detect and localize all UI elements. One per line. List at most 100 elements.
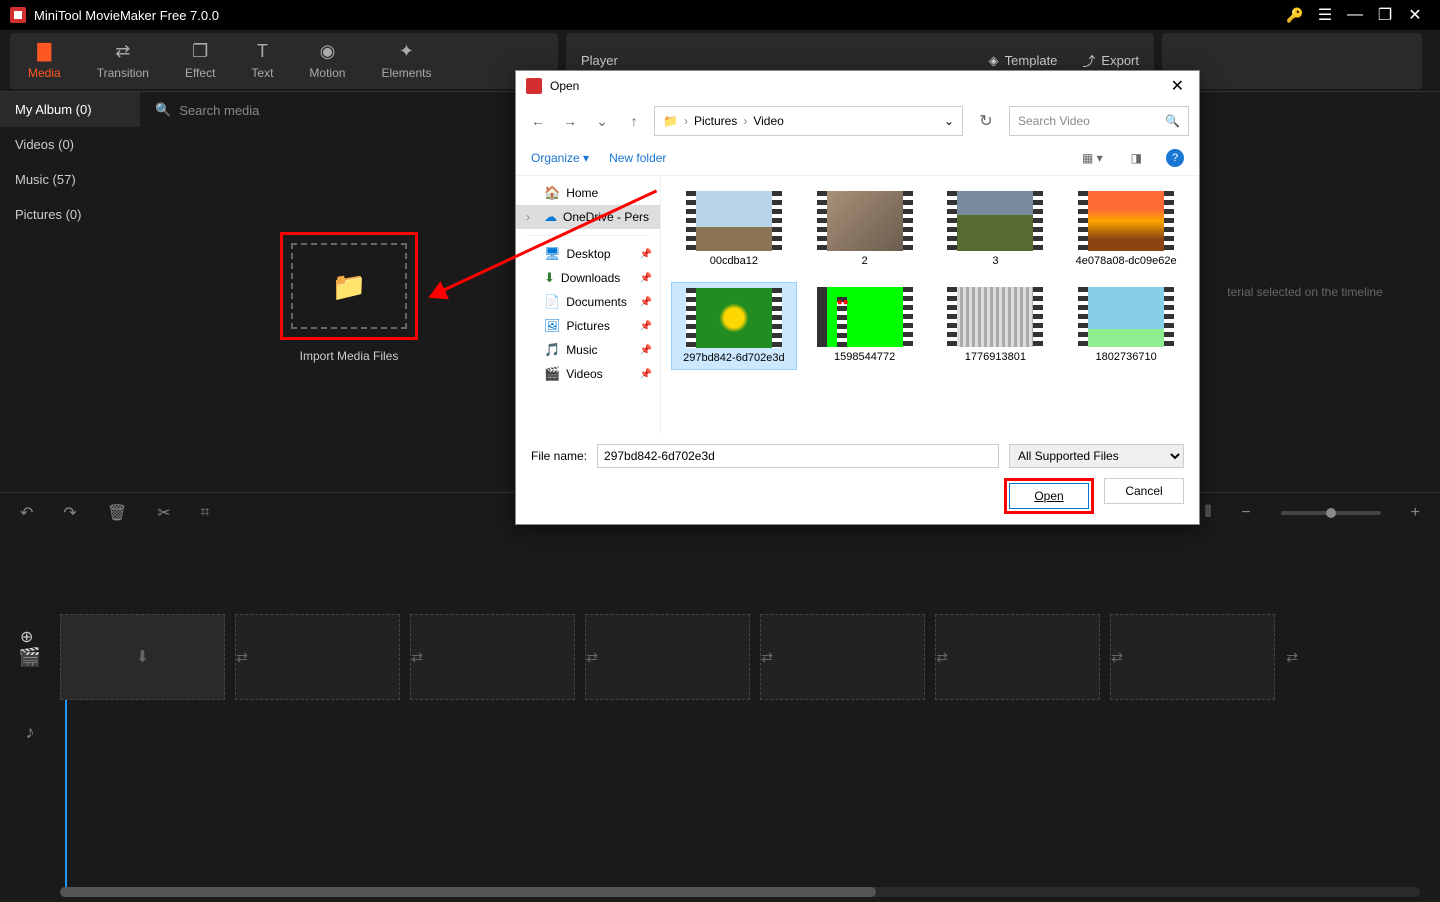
timeline: ⊕ 🎬 ⬇⇄ ⇄ ⇄ ⇄ ⇄ ⇄ ⇄ ♪ bbox=[0, 612, 1440, 902]
nav-back-button[interactable]: ← bbox=[526, 113, 550, 129]
export-button[interactable]: ⤴Export bbox=[1082, 51, 1139, 70]
file-item[interactable]: 1802736710 bbox=[1063, 282, 1189, 370]
dialog-search-input[interactable]: Search Video 🔍 bbox=[1009, 106, 1189, 136]
open-button[interactable]: Open bbox=[1009, 483, 1089, 509]
tree-node-documents[interactable]: 📄Documents📌 bbox=[516, 290, 660, 314]
pin-icon: 📌 bbox=[640, 369, 652, 380]
minimize-icon[interactable]: — bbox=[1340, 0, 1370, 30]
sidebar-item-album[interactable]: My Album (0) bbox=[0, 92, 140, 127]
tree-node-videos[interactable]: 🎬Videos📌 bbox=[516, 362, 660, 386]
filename-input[interactable] bbox=[597, 444, 999, 468]
file-item[interactable]: 00cdba12 bbox=[671, 186, 797, 272]
swap-icon[interactable]: ⇄ bbox=[411, 649, 423, 666]
tab-motion[interactable]: ◉Motion bbox=[291, 33, 363, 89]
tree-node-downloads[interactable]: ⬇Downloads📌 bbox=[516, 266, 660, 290]
file-name-label: 1598544772 bbox=[834, 351, 895, 363]
add-track-button[interactable]: ⊕ bbox=[20, 627, 33, 647]
audio-track-icon: ♪ bbox=[0, 722, 60, 743]
maximize-icon[interactable]: ❐ bbox=[1370, 0, 1400, 30]
import-media-button[interactable]: 📁 bbox=[280, 232, 418, 340]
organize-button[interactable]: Organize ▾ bbox=[531, 151, 589, 165]
timeline-scrollbar[interactable] bbox=[60, 887, 1420, 897]
tab-effect[interactable]: ❐Effect bbox=[167, 33, 233, 89]
crop-button[interactable]: ⌗ bbox=[201, 504, 210, 522]
new-folder-button[interactable]: New folder bbox=[609, 151, 666, 165]
clip-slot[interactable]: ⬇⇄ bbox=[60, 614, 225, 700]
redo-button[interactable]: ↷ bbox=[63, 503, 76, 523]
breadcrumb-item[interactable]: Video bbox=[753, 114, 783, 128]
audio-icon[interactable]: ⫴ bbox=[1205, 504, 1212, 522]
document-icon: 📄 bbox=[544, 294, 560, 310]
swap-icon[interactable]: ⇄ bbox=[936, 649, 948, 666]
file-name-label: 1776913801 bbox=[965, 351, 1026, 363]
clip-slot[interactable]: ⇄ bbox=[935, 614, 1100, 700]
zoom-out-button[interactable]: − bbox=[1241, 504, 1250, 522]
desktop-icon: 🖥 bbox=[544, 246, 561, 262]
swap-icon[interactable]: ⇄ bbox=[236, 649, 248, 666]
close-icon[interactable]: ✕ bbox=[1400, 0, 1430, 30]
nav-forward-button[interactable]: → bbox=[558, 113, 582, 129]
breadcrumb[interactable]: 📁 › Pictures › Video ⌄ bbox=[654, 106, 963, 136]
nav-up-button[interactable]: ↑ bbox=[622, 113, 646, 129]
tab-elements[interactable]: ✦Elements bbox=[363, 33, 449, 89]
dialog-app-icon bbox=[526, 78, 542, 94]
clip-slot[interactable]: ⇄ bbox=[410, 614, 575, 700]
clip-slot[interactable]: ⇄ bbox=[235, 614, 400, 700]
clip-slot[interactable]: ⇄ bbox=[585, 614, 750, 700]
chevron-down-icon[interactable]: ⌄ bbox=[944, 114, 954, 128]
clip-slot[interactable]: ⇄ bbox=[760, 614, 925, 700]
tab-text[interactable]: TText bbox=[233, 33, 291, 89]
file-item[interactable]: 2 bbox=[802, 186, 928, 272]
menu-icon[interactable]: ☰ bbox=[1310, 0, 1340, 30]
zoom-in-button[interactable]: + bbox=[1411, 504, 1420, 522]
swap-icon[interactable]: ⇄ bbox=[761, 649, 773, 666]
zoom-slider[interactable] bbox=[1281, 511, 1381, 515]
sidebar-item-videos[interactable]: Videos (0) bbox=[0, 127, 140, 162]
tab-media[interactable]: ▇Media bbox=[10, 33, 79, 89]
text-icon: T bbox=[257, 41, 268, 62]
template-button[interactable]: ◈Template bbox=[989, 51, 1058, 70]
breadcrumb-item[interactable]: Pictures bbox=[694, 114, 737, 128]
file-thumbnail bbox=[686, 191, 782, 251]
sidebar-item-pictures[interactable]: Pictures (0) bbox=[0, 197, 140, 232]
tab-effect-label: Effect bbox=[185, 66, 215, 80]
videos-icon: 🎬 bbox=[544, 366, 560, 382]
folder-icon: 📁 bbox=[663, 114, 678, 128]
delete-button[interactable]: 🗑 bbox=[107, 503, 127, 523]
tree-node-pictures[interactable]: 🖼Pictures📌 bbox=[516, 314, 660, 338]
file-thumbnail bbox=[1078, 287, 1174, 347]
view-mode-button[interactable]: ▦ ▾ bbox=[1078, 151, 1107, 165]
search-icon: 🔍 bbox=[155, 102, 171, 118]
file-filter-select[interactable]: All Supported Files bbox=[1009, 444, 1184, 468]
tree-node-onedrive[interactable]: ›☁OneDrive - Pers bbox=[516, 205, 660, 229]
file-item[interactable]: 1776913801 bbox=[933, 282, 1059, 370]
search-media-input[interactable]: 🔍Search media bbox=[155, 102, 259, 118]
file-item[interactable]: 1598544772 bbox=[802, 282, 928, 370]
dialog-close-button[interactable]: ✕ bbox=[1166, 76, 1189, 96]
file-item[interactable]: 297bd842-6d702e3d bbox=[671, 282, 797, 370]
preview-pane-button[interactable]: ◨ bbox=[1127, 151, 1146, 165]
sidebar-item-music[interactable]: Music (57) bbox=[0, 162, 140, 197]
template-icon: ◈ bbox=[989, 53, 999, 69]
key-icon[interactable]: 🔑 bbox=[1280, 0, 1310, 30]
file-item[interactable]: 4e078a08-dc09e62e bbox=[1063, 186, 1189, 272]
titlebar: MiniTool MovieMaker Free 7.0.0 🔑 ☰ — ❐ ✕ bbox=[0, 0, 1440, 30]
tree-node-music[interactable]: 🎵Music📌 bbox=[516, 338, 660, 362]
undo-button[interactable]: ↶ bbox=[20, 503, 33, 523]
search-icon: 🔍 bbox=[1165, 114, 1180, 128]
tree-node-home[interactable]: 🏠Home bbox=[516, 181, 660, 205]
open-button-highlight: Open bbox=[1004, 478, 1094, 514]
swap-icon[interactable]: ⇄ bbox=[1111, 649, 1123, 666]
cancel-button[interactable]: Cancel bbox=[1104, 478, 1184, 504]
nav-recent-button[interactable]: ⌄ bbox=[590, 113, 614, 130]
swap-icon[interactable]: ⇄ bbox=[586, 649, 598, 666]
file-item[interactable]: 3 bbox=[933, 186, 1059, 272]
swap-icon[interactable]: ⇄ bbox=[1286, 649, 1298, 666]
split-button[interactable]: ✂ bbox=[157, 503, 170, 523]
refresh-button[interactable]: ↻ bbox=[971, 111, 1001, 131]
clip-slot[interactable]: ⇄ bbox=[1110, 614, 1275, 700]
tab-transition[interactable]: ⇄Transition bbox=[79, 33, 167, 89]
help-button[interactable]: ? bbox=[1166, 149, 1184, 167]
file-thumbnail bbox=[1078, 191, 1174, 251]
cloud-icon: ☁ bbox=[544, 209, 557, 225]
